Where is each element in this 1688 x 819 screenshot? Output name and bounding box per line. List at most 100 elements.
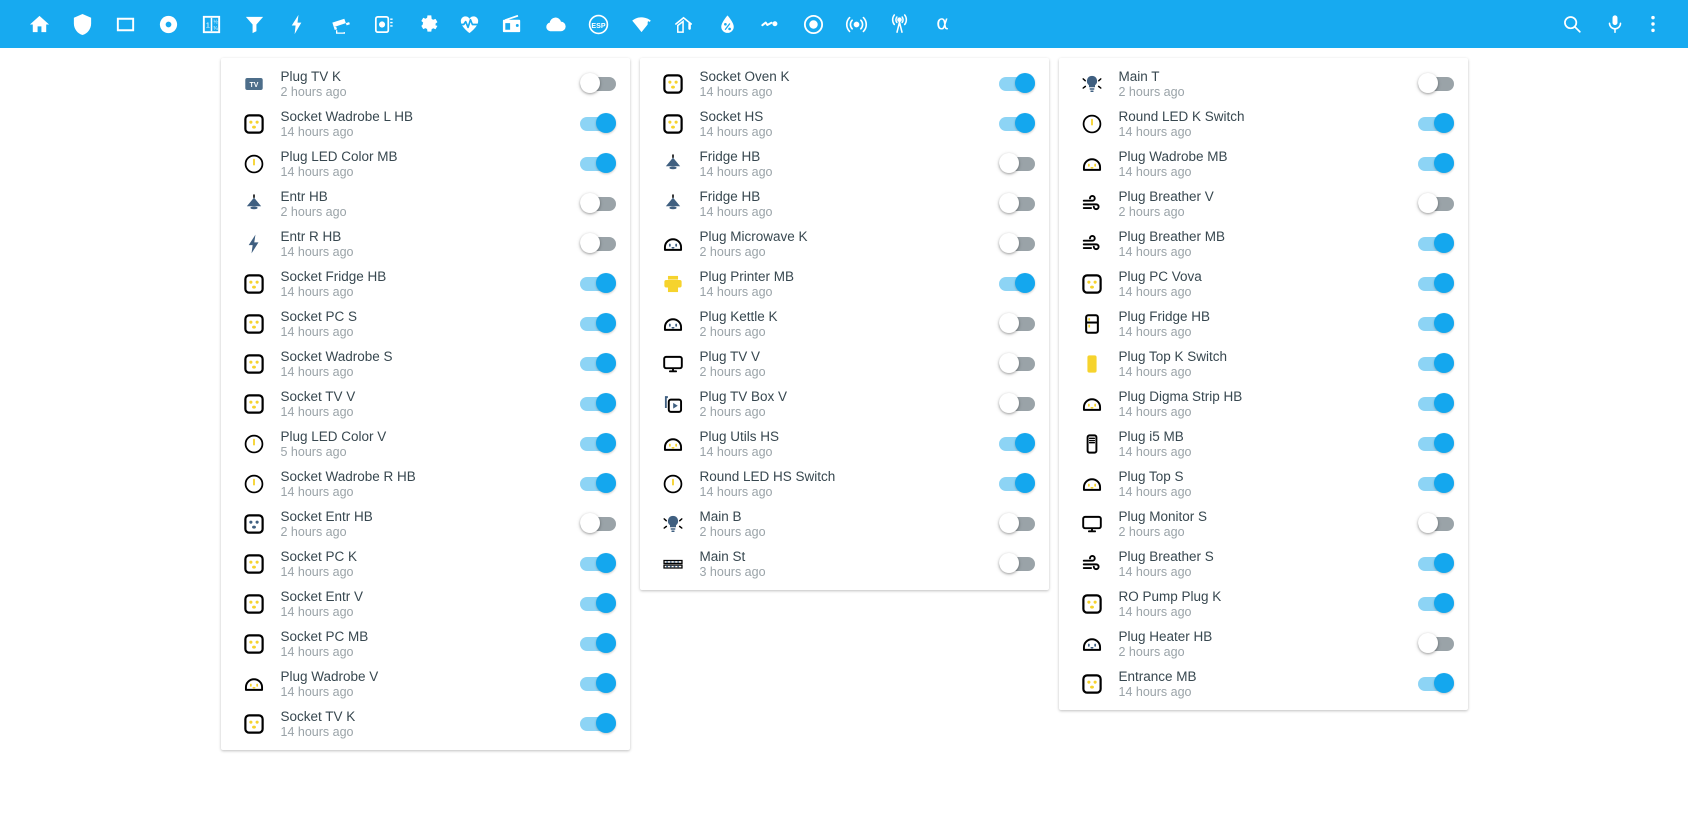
home-icon[interactable]	[18, 0, 61, 48]
camera-note-icon[interactable]	[362, 0, 405, 48]
cctv-icon[interactable]	[319, 0, 362, 48]
device-row[interactable]: Plug Fridge HB 14 hours ago	[1059, 304, 1468, 344]
device-toggle-switch[interactable]	[1417, 353, 1454, 375]
microphone-icon[interactable]	[1593, 0, 1636, 48]
search-icon[interactable]	[1550, 0, 1593, 48]
device-row[interactable]: Socket PC S 14 hours ago	[221, 304, 630, 344]
filter-icon[interactable]	[233, 0, 276, 48]
device-toggle-switch[interactable]	[998, 313, 1035, 335]
device-toggle-switch[interactable]	[579, 153, 616, 175]
device-row[interactable]: Socket Wadrobe R HB 14 hours ago	[221, 464, 630, 504]
device-row[interactable]: Socket PC K 14 hours ago	[221, 544, 630, 584]
device-row[interactable]: Plug Breather S 14 hours ago	[1059, 544, 1468, 584]
gear-icon[interactable]	[405, 0, 448, 48]
device-row[interactable]: Plug LED Color MB 14 hours ago	[221, 144, 630, 184]
device-row[interactable]: Socket Fridge HB 14 hours ago	[221, 264, 630, 304]
device-toggle-switch[interactable]	[579, 713, 616, 735]
device-toggle-switch[interactable]	[998, 433, 1035, 455]
device-row[interactable]: Round LED K Switch 14 hours ago	[1059, 104, 1468, 144]
device-toggle-switch[interactable]	[998, 233, 1035, 255]
square-outline-icon[interactable]	[104, 0, 147, 48]
heart-pulse-icon[interactable]	[448, 0, 491, 48]
device-row[interactable]: Socket TV V 14 hours ago	[221, 384, 630, 424]
device-row[interactable]: Plug TV V2 hours ago	[640, 344, 1049, 384]
device-row[interactable]: Plug Utils HS 14 hours ago	[640, 424, 1049, 464]
device-toggle-switch[interactable]	[1417, 433, 1454, 455]
device-toggle-switch[interactable]	[1417, 633, 1454, 655]
device-row[interactable]: Plug TV Box V2 hours ago	[640, 384, 1049, 424]
record-circle-icon[interactable]	[147, 0, 190, 48]
device-row[interactable]: Socket Entr V 14 hours ago	[221, 584, 630, 624]
device-toggle-switch[interactable]	[579, 273, 616, 295]
device-toggle-switch[interactable]	[579, 73, 616, 95]
device-toggle-switch[interactable]	[1417, 273, 1454, 295]
device-row[interactable]: Entrance MB 14 hours ago	[1059, 664, 1468, 704]
device-row[interactable]: Main St 3 hours ago	[640, 544, 1049, 584]
device-toggle-switch[interactable]	[1417, 513, 1454, 535]
device-toggle-switch[interactable]	[1417, 233, 1454, 255]
device-toggle-switch[interactable]	[579, 353, 616, 375]
device-row[interactable]: Plug Digma Strip HB 14 hours ago	[1059, 384, 1468, 424]
device-toggle-switch[interactable]	[579, 233, 616, 255]
device-row[interactable]: Main B2 hours ago	[640, 504, 1049, 544]
device-row[interactable]: Plug Printer MB 14 hours ago	[640, 264, 1049, 304]
device-toggle-switch[interactable]	[579, 673, 616, 695]
device-row[interactable]: Plug Breather MB 14 hours ago	[1059, 224, 1468, 264]
device-toggle-switch[interactable]	[1417, 473, 1454, 495]
device-row[interactable]: Socket HS 14 hours ago	[640, 104, 1049, 144]
device-row[interactable]: Socket Entr HB 2 hours ago	[221, 504, 630, 544]
esp-icon[interactable]: ESP	[577, 0, 620, 48]
device-row[interactable]: Socket TV K 14 hours ago	[221, 704, 630, 744]
radio-icon[interactable]	[491, 0, 534, 48]
device-row[interactable]: Entr HB 2 hours ago	[221, 184, 630, 224]
device-row[interactable]: Plug Top K Switch 14 hours ago	[1059, 344, 1468, 384]
water-percent-icon[interactable]	[706, 0, 749, 48]
broadcast-icon[interactable]	[878, 0, 921, 48]
device-toggle-switch[interactable]	[579, 593, 616, 615]
wifi-alert-icon[interactable]	[620, 0, 663, 48]
device-toggle-switch[interactable]	[1417, 393, 1454, 415]
device-toggle-switch[interactable]	[579, 313, 616, 335]
device-row[interactable]: Socket Wadrobe S 14 hours ago	[221, 344, 630, 384]
device-row[interactable]: Round LED HS Switch 14 hours ago	[640, 464, 1049, 504]
meter-icon[interactable]: 1½¾	[190, 0, 233, 48]
device-toggle-switch[interactable]	[998, 473, 1035, 495]
shield-icon[interactable]	[61, 0, 104, 48]
device-row[interactable]: Socket Oven K 14 hours ago	[640, 64, 1049, 104]
device-row[interactable]: Plug Wadrobe MB 14 hours ago	[1059, 144, 1468, 184]
device-toggle-switch[interactable]	[998, 393, 1035, 415]
device-toggle-switch[interactable]	[1417, 593, 1454, 615]
record-outline-icon[interactable]	[792, 0, 835, 48]
device-toggle-switch[interactable]	[998, 513, 1035, 535]
device-toggle-switch[interactable]	[579, 193, 616, 215]
device-toggle-switch[interactable]	[579, 433, 616, 455]
device-row[interactable]: Entr R HB 14 hours ago	[221, 224, 630, 264]
device-toggle-switch[interactable]	[998, 193, 1035, 215]
device-toggle-switch[interactable]	[1417, 553, 1454, 575]
device-row[interactable]: Main T2 hours ago	[1059, 64, 1468, 104]
device-toggle-switch[interactable]	[1417, 313, 1454, 335]
device-toggle-switch[interactable]	[998, 73, 1035, 95]
device-row[interactable]: Fridge HB 14 hours ago	[640, 184, 1049, 224]
device-row[interactable]: Socket PC MB 14 hours ago	[221, 624, 630, 664]
device-toggle-switch[interactable]	[579, 633, 616, 655]
overflow-menu-icon[interactable]	[1636, 0, 1670, 48]
device-toggle-switch[interactable]	[579, 393, 616, 415]
device-row[interactable]: Plug i5 MB 14 hours ago	[1059, 424, 1468, 464]
device-row[interactable]: Plug PC Vova 14 hours ago	[1059, 264, 1468, 304]
device-toggle-switch[interactable]	[1417, 153, 1454, 175]
device-toggle-switch[interactable]	[998, 273, 1035, 295]
device-toggle-switch[interactable]	[1417, 113, 1454, 135]
device-toggle-switch[interactable]	[579, 513, 616, 535]
device-row[interactable]: Plug Breather V2 hours ago	[1059, 184, 1468, 224]
device-row[interactable]: Plug Microwave K2 hours ago	[640, 224, 1049, 264]
home-thermometer-icon[interactable]	[663, 0, 706, 48]
device-toggle-switch[interactable]	[1417, 73, 1454, 95]
device-toggle-switch[interactable]	[579, 473, 616, 495]
device-row[interactable]: Plug Wadrobe V 14 hours ago	[221, 664, 630, 704]
toggle-switch-icon[interactable]	[749, 0, 792, 48]
device-row[interactable]: Fridge HB 14 hours ago	[640, 144, 1049, 184]
flash-icon[interactable]	[276, 0, 319, 48]
device-row[interactable]: Plug Heater HB 2 hours ago	[1059, 624, 1468, 664]
device-row[interactable]: Socket Wadrobe L HB 14 hours ago	[221, 104, 630, 144]
